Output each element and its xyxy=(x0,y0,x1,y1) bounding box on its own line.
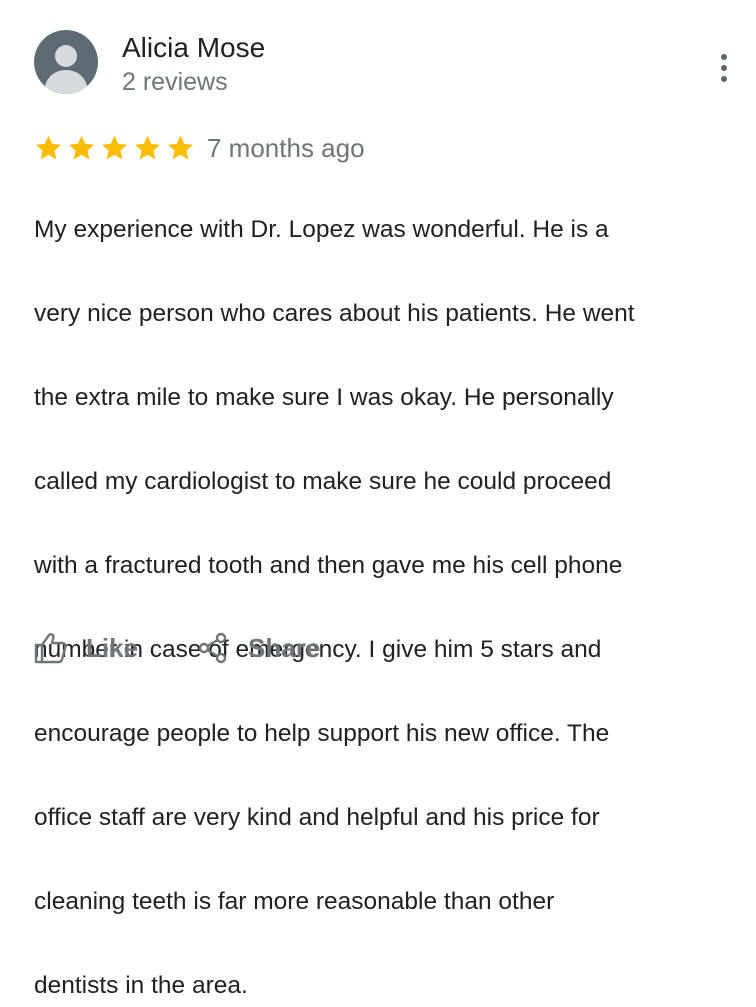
share-button[interactable]: Share xyxy=(198,632,320,664)
reviewer-name[interactable]: Alicia Mose xyxy=(122,31,265,65)
review-text-line: encourage people to help support his new… xyxy=(34,720,610,747)
review-text: My experience with Dr. Lopez was wonderf… xyxy=(34,167,752,1007)
star-icon xyxy=(35,135,62,159)
review-date: 7 months ago xyxy=(207,133,365,163)
review-text-line: with a fractured tooth and then gave me … xyxy=(34,552,623,579)
star-icon xyxy=(68,135,95,159)
rating-row: 7 months ago xyxy=(34,128,365,168)
star-icon xyxy=(101,135,128,159)
review-text-line: very nice person who cares about his pat… xyxy=(34,300,635,327)
review-text-line: My experience with Dr. Lopez was wonderf… xyxy=(34,216,609,243)
review-text-line: cleaning teeth is far more reasonable th… xyxy=(34,888,555,915)
like-label: Like xyxy=(86,633,139,663)
share-icon xyxy=(198,632,227,664)
more-options-button[interactable] xyxy=(708,48,740,88)
more-vert-icon xyxy=(721,54,727,82)
reviewer-review-count[interactable]: 2 reviews xyxy=(122,67,228,97)
like-button[interactable]: Like xyxy=(34,632,138,664)
review-text-line: dentists in the area. xyxy=(34,972,248,999)
star-icon xyxy=(134,135,161,159)
person-avatar-icon xyxy=(44,45,88,94)
thumb-up-icon xyxy=(34,633,67,664)
review-text-line: called my cardiologist to make sure he c… xyxy=(34,468,612,495)
share-label: Share xyxy=(248,633,321,663)
star-rating xyxy=(34,134,195,163)
review-actions: Like Share xyxy=(34,625,320,671)
review-card: Alicia Mose 2 reviews 7 months ago My ex… xyxy=(0,0,756,999)
review-text-line: office staff are very kind and helpful a… xyxy=(34,804,600,831)
star-icon xyxy=(167,135,194,159)
review-text-line: the extra mile to make sure I was okay. … xyxy=(34,384,614,411)
avatar[interactable] xyxy=(34,30,98,94)
